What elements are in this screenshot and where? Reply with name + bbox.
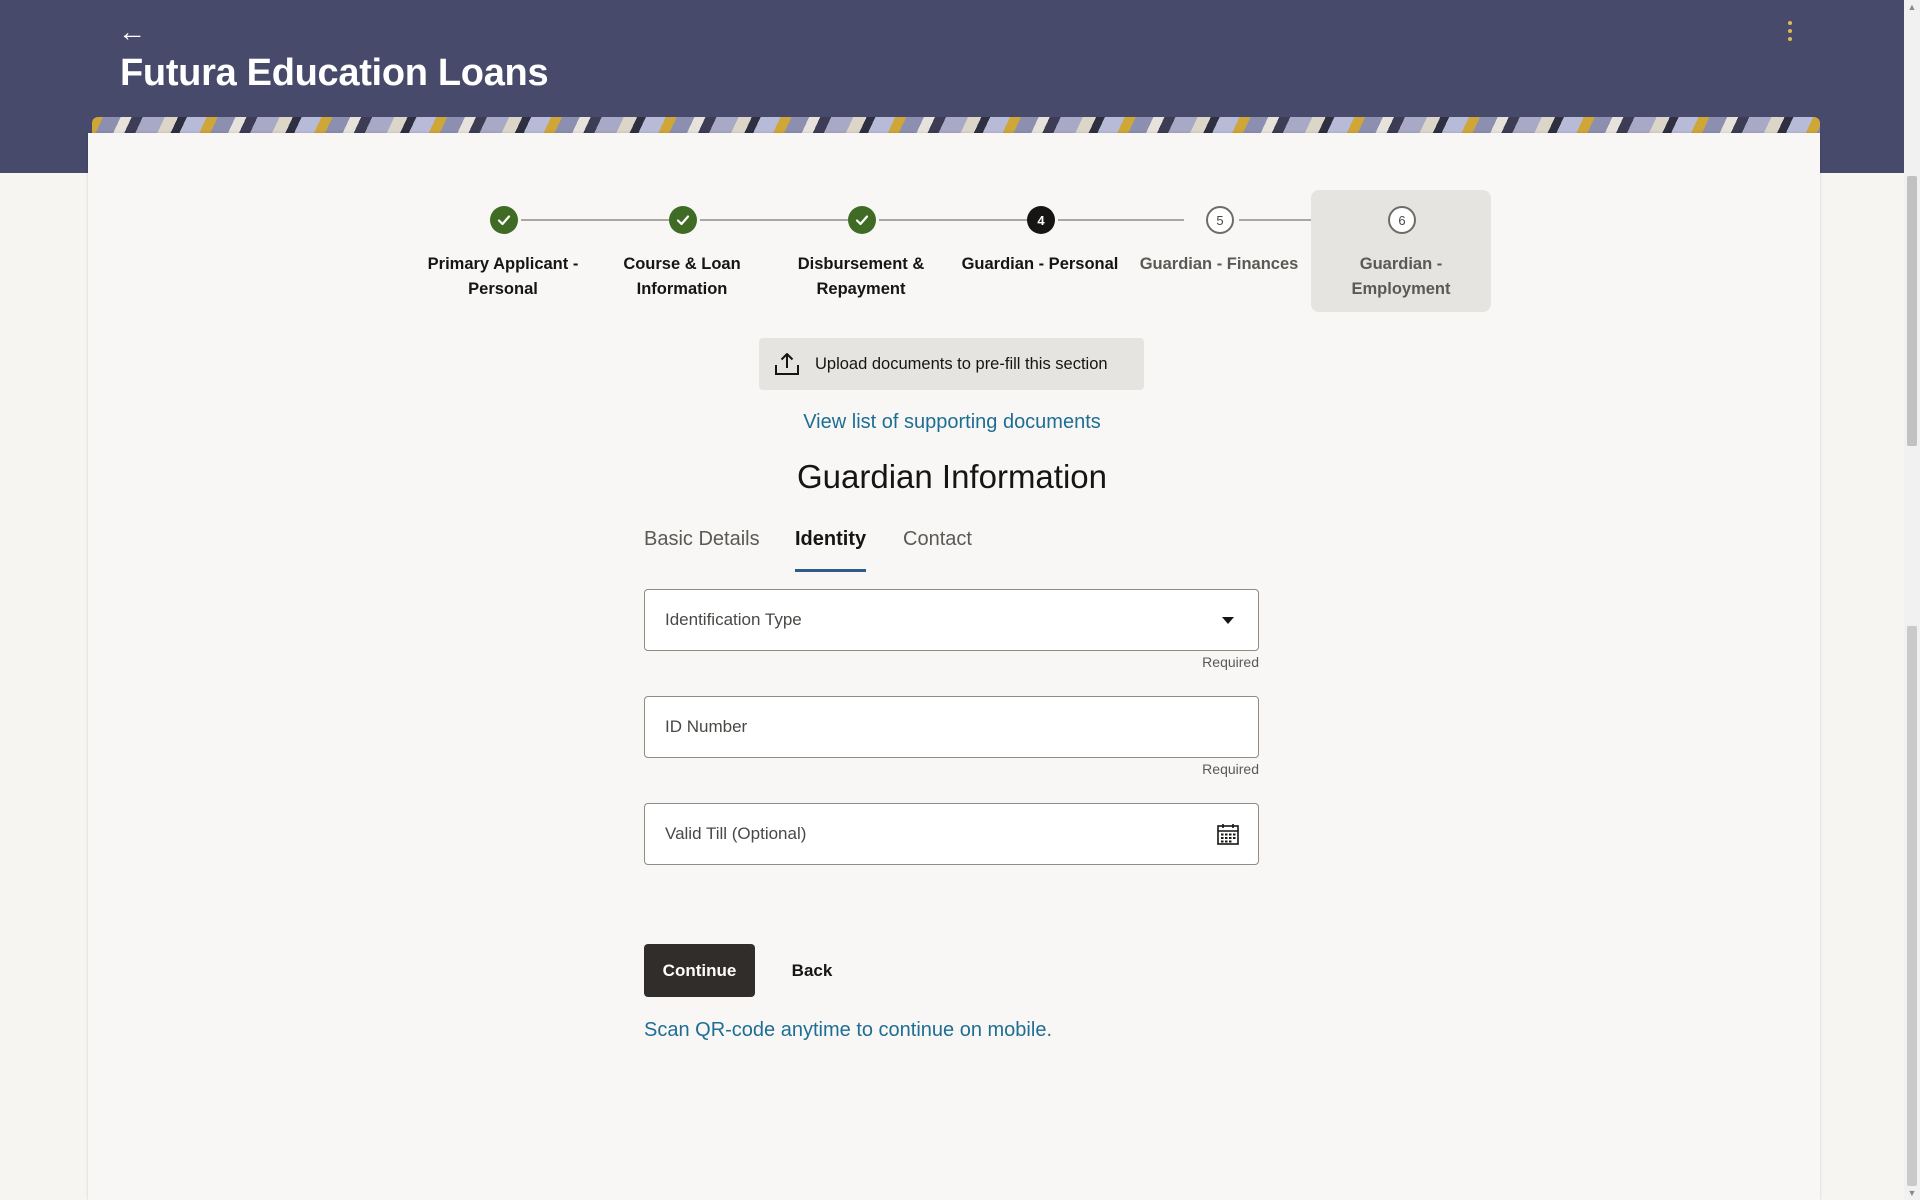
id-number-input[interactable]: ID Number [644,696,1259,758]
step-disbursement-repayment[interactable]: Disbursement & Repayment [771,190,951,312]
continue-button[interactable]: Continue [644,944,755,997]
tab-identity[interactable]: Identity [795,528,867,572]
decorative-pattern-banner [92,117,1820,133]
identification-type-required-hint: Required [1202,654,1259,670]
supporting-documents-link[interactable]: View list of supporting documents [740,411,1164,434]
scrollbar-thumb[interactable] [1907,176,1917,446]
back-arrow-icon[interactable]: ← [118,18,146,46]
id-number-required-hint: Required [1202,761,1259,777]
step-label: Guardian - Finances [1139,255,1299,273]
identification-type-placeholder: Identification Type [665,610,802,629]
step-label: Guardian - Personal [961,255,1119,273]
step-number: 5 [1206,206,1234,234]
valid-till-placeholder: Valid Till (Optional) [665,824,807,843]
step-label: Guardian - Employment [1351,255,1451,298]
id-number-placeholder: ID Number [665,717,748,736]
step-label: Primary Applicant - Personal [427,255,579,298]
step-primary-applicant-personal[interactable]: Primary Applicant - Personal [413,190,593,312]
scroll-up-icon[interactable]: ▲ [1907,2,1917,12]
step-guardian-finances[interactable]: 5 Guardian - Finances [1129,190,1309,312]
tab-basic-details[interactable]: Basic Details [644,528,760,572]
step-number: 4 [1027,206,1055,234]
chevron-down-icon[interactable] [1222,616,1234,624]
progress-stepper: Primary Applicant - Personal Course & Lo… [413,190,1493,312]
upload-documents-label: Upload documents to pre-fill this sectio… [815,354,1108,373]
page-scrollbar[interactable]: ▲ ▼ [1904,0,1920,1200]
check-icon [490,206,518,234]
app-title: Futura Education Loans [120,52,549,94]
section-title: Guardian Information [796,458,1107,495]
step-course-loan-information[interactable]: Course & Loan Information [592,190,772,312]
step-guardian-personal[interactable]: 4 Guardian - Personal [950,190,1130,312]
valid-till-date-input[interactable]: Valid Till (Optional) [644,803,1259,865]
step-label: Course & Loan Information [623,255,741,298]
step-label: Disbursement & Repayment [797,255,925,298]
step-number: 6 [1388,206,1416,234]
tab-contact[interactable]: Contact [903,528,972,572]
check-icon [848,206,876,234]
back-button[interactable]: Back [780,944,844,997]
check-icon [669,206,697,234]
calendar-icon[interactable] [1216,822,1240,846]
more-options-icon[interactable] [1780,18,1800,44]
identification-type-select[interactable]: Identification Type [644,589,1259,651]
scrollbar-track-segment [1907,626,1917,1186]
upload-icon [775,353,799,375]
step-guardian-employment[interactable]: 6 Guardian - Employment [1311,190,1491,312]
guardian-tabs: Basic Details Identity Contact [644,528,1044,572]
scroll-down-icon[interactable]: ▼ [1907,1188,1917,1198]
scan-qr-code-link[interactable]: Scan QR-code anytime to continue on mobi… [644,1019,1052,1042]
upload-documents-button[interactable]: Upload documents to pre-fill this sectio… [759,338,1144,390]
